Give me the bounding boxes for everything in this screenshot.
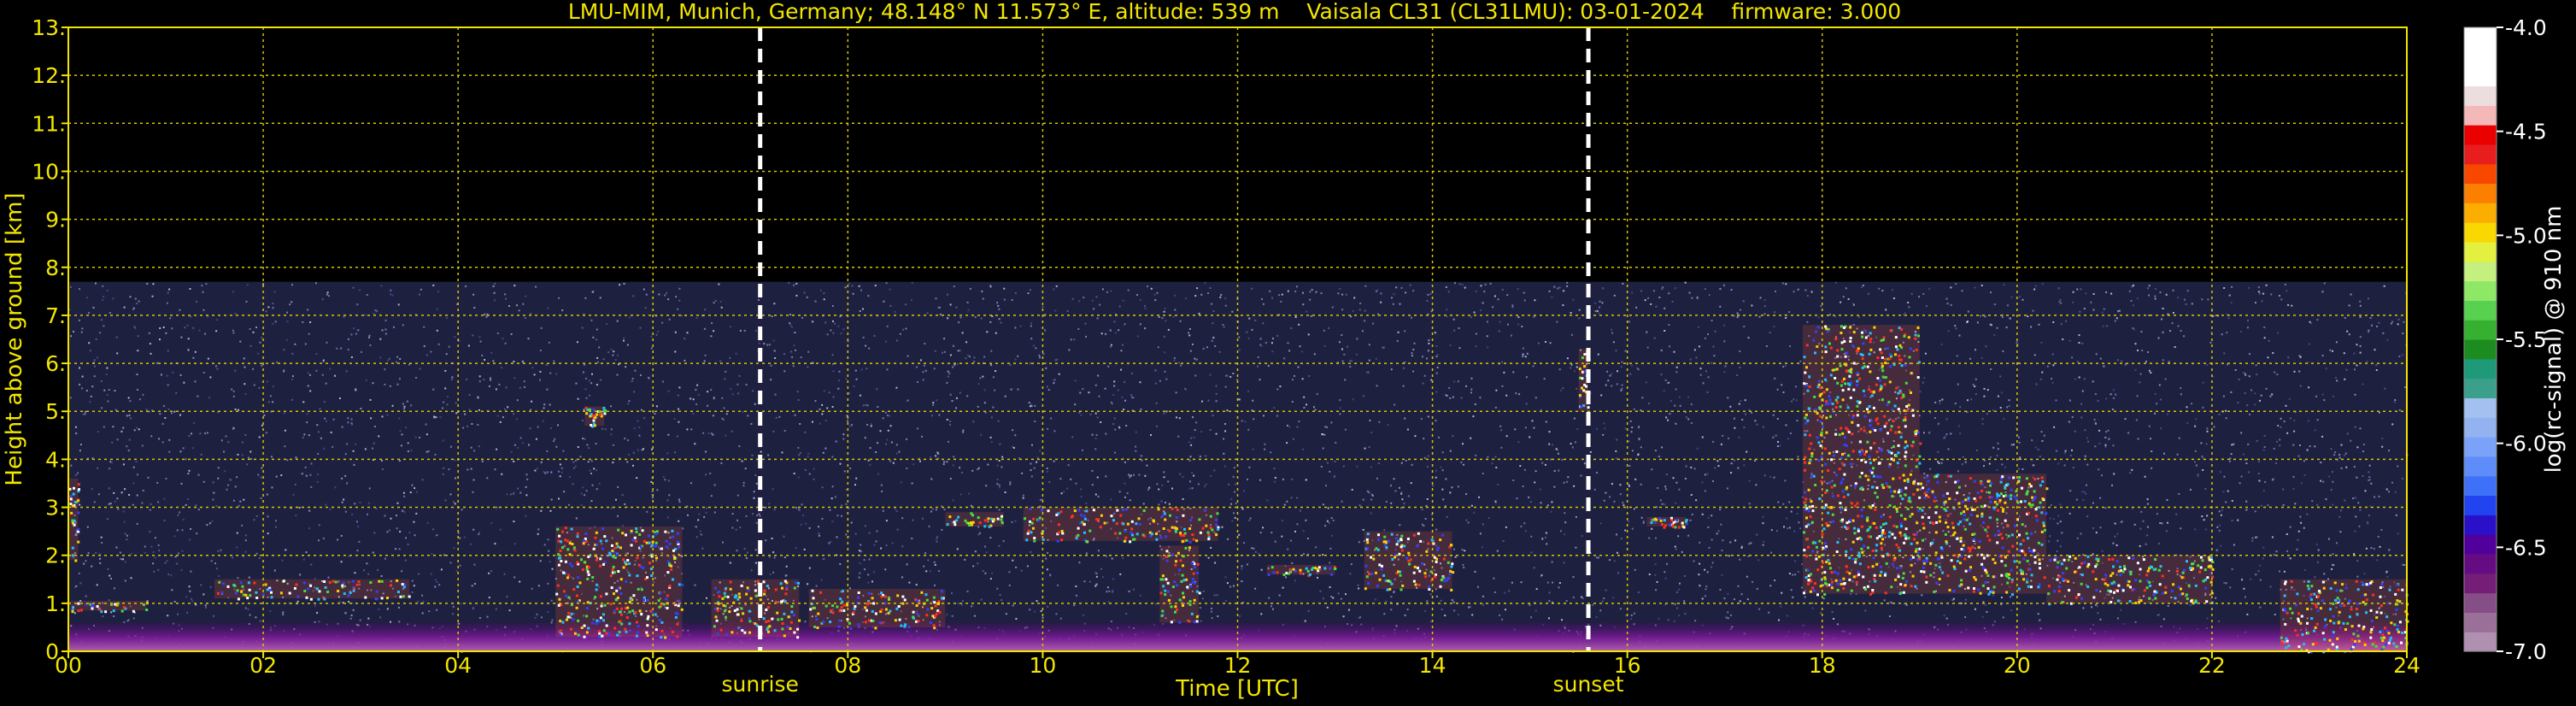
- x-tick-label: 22: [2198, 653, 2226, 678]
- x-tick-label: 04: [444, 653, 472, 678]
- colorbar-cell: [2464, 280, 2497, 301]
- colorbar-cell: [2464, 300, 2497, 321]
- colorbar-tick-label: -7.0: [2505, 639, 2547, 664]
- colorbar-cell: [2464, 553, 2497, 574]
- colorbar-cell: [2464, 475, 2497, 497]
- colorbar-cell: [2464, 378, 2497, 399]
- x-tick-label: 16: [1614, 653, 1641, 678]
- x-tick-label: 18: [1809, 653, 1836, 678]
- colorbar-cell: [2464, 632, 2497, 652]
- x-tick-label: 06: [639, 653, 666, 678]
- x-tick-label: 00: [55, 653, 82, 678]
- colorbar-tick-label: -6.5: [2505, 535, 2547, 560]
- colorbar-cell: [2464, 397, 2497, 418]
- colorbar-cell: [2464, 495, 2497, 515]
- cloud-feature: [945, 512, 1004, 528]
- cloud-feature: [214, 579, 411, 601]
- colorbar-cell: [2464, 144, 2497, 165]
- cloud-feature: [1023, 507, 1220, 544]
- colorbar-tick-label: -4.0: [2505, 15, 2547, 40]
- x-axis-label: Time [UTC]: [1175, 676, 1299, 702]
- y-tick-label: 13.: [32, 15, 66, 40]
- y-tick-label: 12.: [32, 63, 66, 88]
- colorbar-cell: [2464, 203, 2497, 223]
- colorbar-cell: [2464, 261, 2497, 282]
- cloud-feature: [1364, 531, 1455, 591]
- sunrise-label: sunrise: [722, 672, 799, 697]
- colorbar-cell: [2464, 573, 2497, 594]
- cloud-feature: [2280, 579, 2409, 654]
- chart-title: LMU-MIM, Munich, Germany; 48.148° N 11.5…: [568, 0, 1901, 24]
- y-tick-label: 2.: [45, 544, 66, 568]
- cloud-feature: [2046, 555, 2215, 606]
- x-tick-label: 24: [2393, 653, 2421, 678]
- cloud-feature: [711, 579, 801, 639]
- colorbar-cell: [2464, 339, 2497, 360]
- colorbar-cell: [2464, 183, 2497, 203]
- y-tick-label: 1.: [45, 591, 66, 616]
- colorbar-cell: [2464, 592, 2497, 613]
- cloud-feature: [1919, 474, 2049, 597]
- y-axis-label: Height above ground [km]: [2, 192, 27, 485]
- colorbar-cell: [2464, 417, 2497, 438]
- y-tick-label: 9.: [45, 208, 66, 232]
- y-tick-label: 8.: [45, 256, 66, 280]
- y-tick-label: 11.: [32, 111, 66, 136]
- colorbar-cell: [2464, 437, 2497, 457]
- colorbar-cell: [2464, 456, 2497, 477]
- colorbar-cell: [2464, 125, 2497, 145]
- cloud-feature: [555, 527, 684, 639]
- cloud-feature: [808, 589, 946, 630]
- colorbar-cell: [2464, 358, 2497, 379]
- colorbar-cell: [2464, 222, 2497, 243]
- x-tick-label: 02: [249, 653, 277, 678]
- x-tick-label: 14: [1419, 653, 1446, 678]
- y-tick-label: 4.: [45, 447, 66, 472]
- x-tick-label: 08: [834, 653, 861, 678]
- colorbar-cell: [2464, 85, 2497, 106]
- x-tick-label: 12: [1224, 653, 1252, 678]
- y-tick-label: 10.: [32, 159, 66, 184]
- y-tick-label: 6.: [45, 351, 66, 376]
- cloud-feature: [1159, 545, 1201, 624]
- y-tick-label: 7.: [45, 303, 66, 328]
- colorbar-cell: [2464, 27, 2497, 48]
- ceilometer-chart: LMU-MIM, Munich, Germany; 48.148° N 11.5…: [0, 0, 2576, 706]
- colorbar-cell: [2464, 515, 2497, 535]
- x-tick-label: 10: [1030, 653, 1057, 678]
- colorbar-cell: [2464, 612, 2497, 632]
- cloud-feature: [584, 406, 607, 428]
- colorbar-cell: [2464, 66, 2497, 87]
- colorbar-cell: [2464, 105, 2497, 126]
- colorbar-cell: [2464, 46, 2497, 68]
- colorbar-cell: [2464, 320, 2497, 340]
- y-tick-label: 5.: [45, 399, 66, 424]
- colorbar-label: log(rc-signal) @ 910 nm: [2541, 206, 2567, 474]
- x-tick-label: 20: [2004, 653, 2031, 678]
- colorbar-tick-label: -4.5: [2505, 120, 2547, 144]
- plot-area: sunrise sunset: [67, 26, 2409, 697]
- cloud-feature: [1802, 325, 1922, 597]
- colorbar-cell: [2464, 163, 2497, 185]
- colorbar-cell: [2464, 534, 2497, 555]
- colorbar-cell: [2464, 241, 2497, 262]
- y-tick-label: 3.: [45, 496, 66, 521]
